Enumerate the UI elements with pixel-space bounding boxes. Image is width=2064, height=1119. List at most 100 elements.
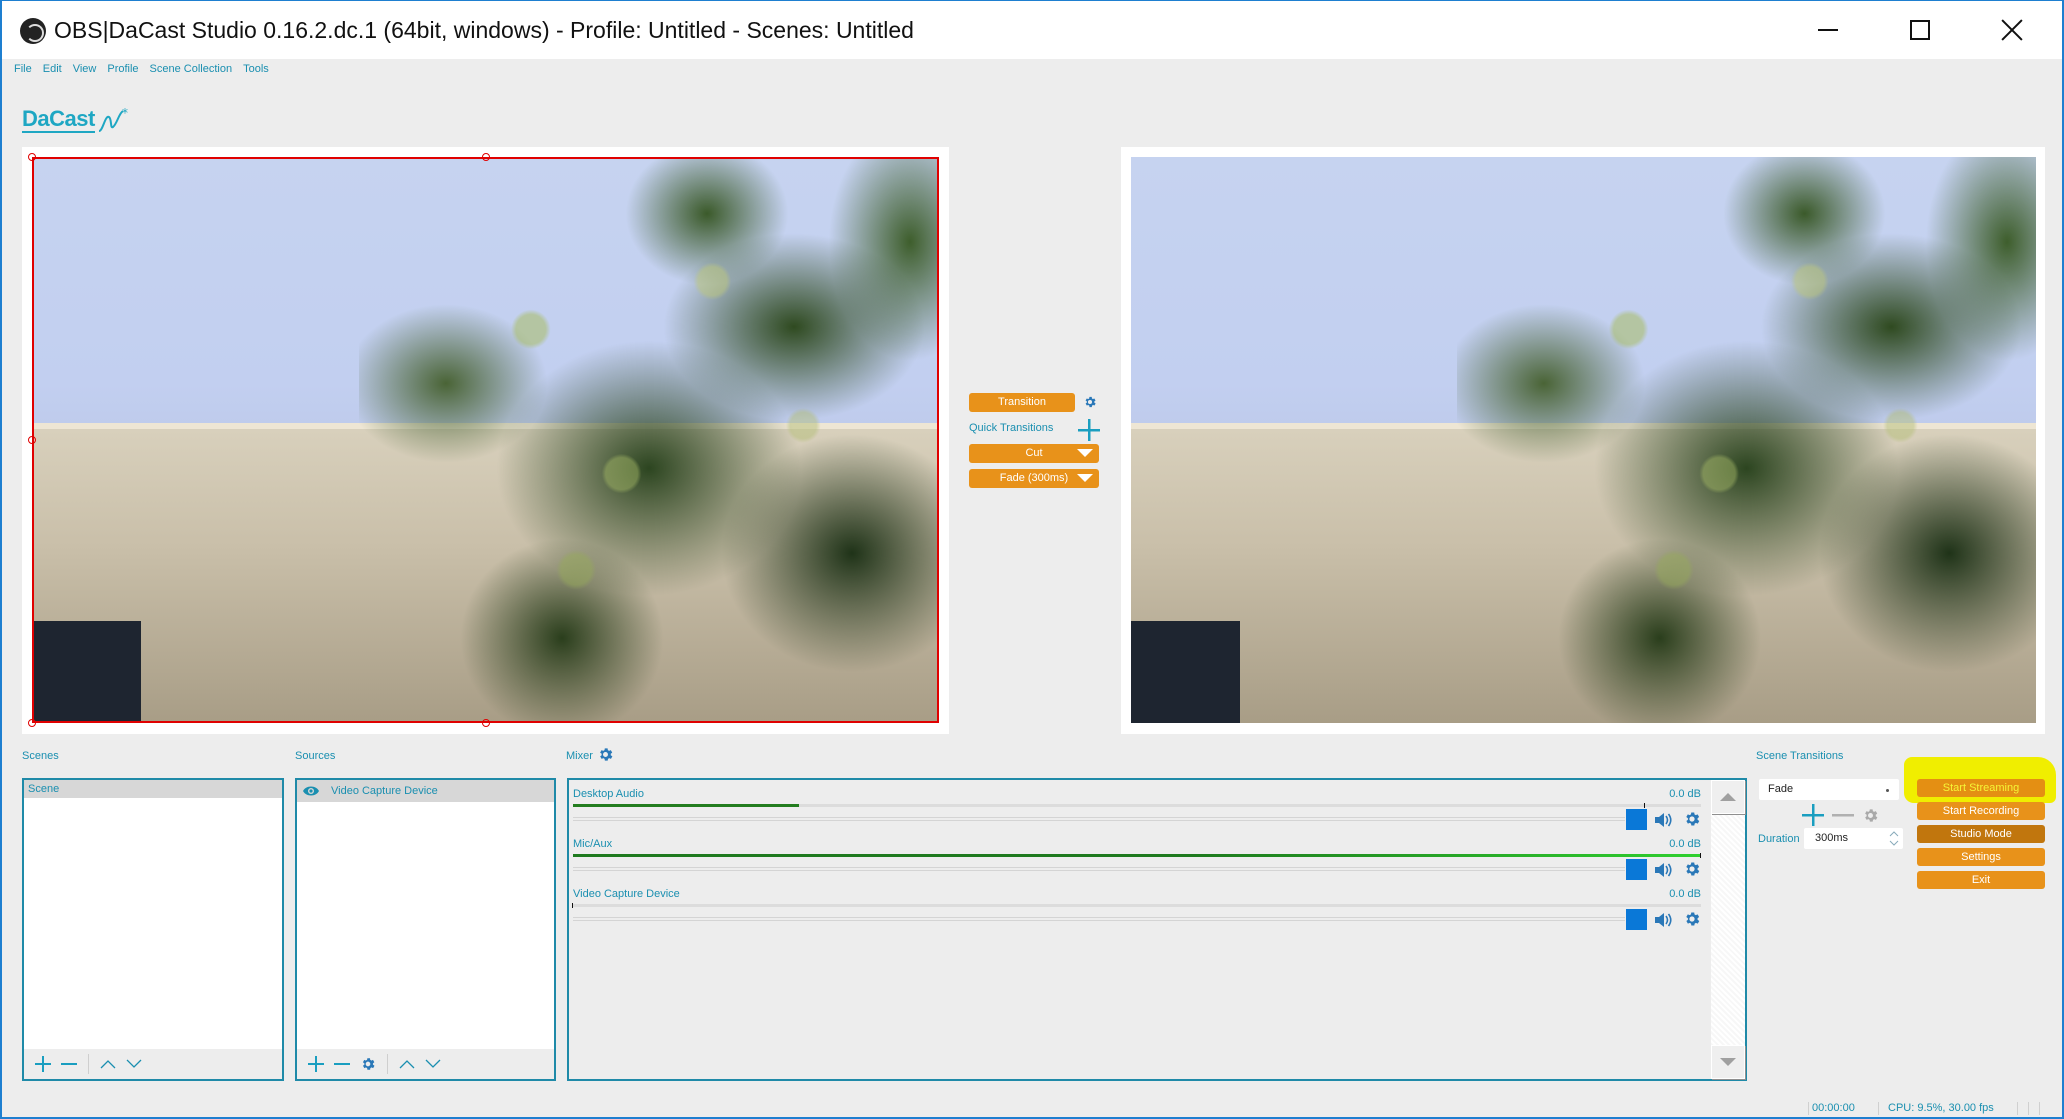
program-panel xyxy=(1121,147,2045,734)
add-quick-transition-plus-icon[interactable] xyxy=(1078,419,1100,441)
arrow-down-icon xyxy=(1720,1058,1736,1066)
scenes-list[interactable]: Scene xyxy=(22,778,284,1081)
status-divider xyxy=(2028,1102,2029,1115)
studio-mode-button[interactable]: Studio Mode xyxy=(1917,825,2045,843)
volume-meter xyxy=(573,803,1701,808)
chevron-down-icon xyxy=(425,1059,441,1068)
close-icon xyxy=(2001,19,2023,41)
add-scene-button[interactable] xyxy=(30,1051,56,1077)
stream-time: 00:00:00 xyxy=(1812,1102,1855,1114)
plus-icon xyxy=(308,1056,324,1072)
channel-settings-gear-icon[interactable] xyxy=(1683,810,1701,828)
window-title: OBS|DaCast Studio 0.16.2.dc.1 (64bit, wi… xyxy=(54,17,914,43)
scroll-down-button[interactable] xyxy=(1711,1045,1745,1079)
start-recording-button[interactable]: Start Recording xyxy=(1917,802,2045,820)
quick-transitions-label: Quick Transitions xyxy=(969,422,1054,434)
exit-button[interactable]: Exit xyxy=(1917,871,2045,889)
maximize-button[interactable] xyxy=(1874,1,1966,59)
controls-panel: Start Streaming Start Recording Studio M… xyxy=(1917,779,2045,894)
settings-button[interactable]: Settings xyxy=(1917,848,2045,866)
speaker-mute-icon[interactable] xyxy=(1653,910,1673,930)
remove-source-button[interactable] xyxy=(329,1051,355,1077)
resize-handle-top-left[interactable] xyxy=(28,153,36,161)
start-streaming-button[interactable]: Start Streaming xyxy=(1917,779,2045,797)
channel-name: Desktop Audio xyxy=(573,788,644,800)
volume-meter-fill xyxy=(573,804,799,807)
quick-transition-fade[interactable]: Fade (300ms) xyxy=(969,469,1099,488)
scene-list-item[interactable]: Scene xyxy=(24,780,282,798)
peak-indicator xyxy=(1643,803,1645,808)
transition-properties-gear-icon[interactable] xyxy=(1862,807,1879,824)
logo-text: DaCast xyxy=(22,106,95,133)
menu-scene-collection[interactable]: Scene Collection xyxy=(146,63,240,79)
preview-video-image xyxy=(32,157,939,723)
transition-settings-gear-icon[interactable] xyxy=(1083,395,1097,409)
sources-list[interactable]: Video Capture Device xyxy=(295,778,556,1081)
mixer-label: Mixer xyxy=(566,750,593,762)
transition-button[interactable]: Transition xyxy=(969,393,1075,412)
move-source-up-button[interactable] xyxy=(394,1051,420,1077)
svg-text:*: * xyxy=(122,107,128,120)
peak-indicator xyxy=(1700,853,1701,858)
menu-profile[interactable]: Profile xyxy=(103,63,145,79)
remove-scene-button[interactable] xyxy=(56,1051,82,1077)
speaker-mute-icon[interactable] xyxy=(1653,810,1673,830)
status-divider xyxy=(1808,1102,1809,1115)
menu-file[interactable]: File xyxy=(10,63,39,79)
source-name: Video Capture Device xyxy=(331,785,438,797)
program-video-image xyxy=(1131,157,2036,723)
mixer-scrollbar[interactable] xyxy=(1711,780,1745,1079)
menu-tools[interactable]: Tools xyxy=(239,63,276,79)
duration-label: Duration xyxy=(1758,833,1800,845)
menu-bar: File Edit View Profile Scene Collection … xyxy=(10,63,276,79)
move-source-down-button[interactable] xyxy=(420,1051,446,1077)
minimize-icon xyxy=(1818,29,1838,31)
remove-transition-minus-icon[interactable] xyxy=(1832,804,1854,826)
move-scene-up-button[interactable] xyxy=(95,1051,121,1077)
volume-slider-thumb[interactable] xyxy=(1626,809,1647,830)
volume-slider-track[interactable] xyxy=(573,867,1625,871)
volume-slider-track[interactable] xyxy=(573,817,1625,821)
status-divider xyxy=(2039,1102,2040,1115)
transition-toolbar xyxy=(1802,804,1879,826)
scroll-up-button[interactable] xyxy=(1711,780,1745,814)
add-source-button[interactable] xyxy=(303,1051,329,1077)
preview-panel[interactable] xyxy=(22,147,949,734)
mixer-channel: Mic/Aux 0.0 dB xyxy=(573,838,1705,888)
quick-transition-cut[interactable]: Cut xyxy=(969,444,1099,463)
toolbar-divider xyxy=(88,1054,89,1074)
add-transition-plus-icon[interactable] xyxy=(1802,804,1824,826)
source-list-item[interactable]: Video Capture Device xyxy=(297,780,554,802)
mixer-settings-gear-icon[interactable] xyxy=(597,746,614,763)
sources-label: Sources xyxy=(295,750,336,762)
move-scene-down-button[interactable] xyxy=(121,1051,147,1077)
channel-settings-gear-icon[interactable] xyxy=(1683,860,1701,878)
channel-settings-gear-icon[interactable] xyxy=(1683,910,1701,928)
spin-arrows-icon[interactable] xyxy=(1889,830,1899,847)
chevron-down-icon xyxy=(126,1059,142,1068)
volume-slider-thumb[interactable] xyxy=(1626,909,1647,930)
resize-handle-top[interactable] xyxy=(482,153,490,161)
resize-handle-left[interactable] xyxy=(28,436,36,444)
duration-spinbox[interactable]: 300ms xyxy=(1804,828,1903,849)
volume-slider-thumb[interactable] xyxy=(1626,859,1647,880)
peak-indicator xyxy=(572,903,573,908)
volume-meter-fill xyxy=(573,854,1701,857)
scenes-label: Scenes xyxy=(22,750,59,762)
menu-edit[interactable]: Edit xyxy=(39,63,69,79)
volume-meter xyxy=(573,853,1701,858)
minimize-button[interactable] xyxy=(1782,1,1874,59)
speaker-mute-icon[interactable] xyxy=(1653,860,1673,880)
visibility-eye-icon[interactable] xyxy=(303,785,319,797)
close-button[interactable] xyxy=(1966,1,2058,59)
status-bar: 00:00:00 CPU: 9.5%, 30.00 fps xyxy=(2,1100,2062,1118)
source-properties-button[interactable] xyxy=(355,1051,381,1077)
chevron-up-icon xyxy=(100,1060,116,1069)
transition-type-select[interactable]: Fade xyxy=(1759,779,1899,800)
menu-view[interactable]: View xyxy=(69,63,104,79)
resize-handle-bottom-left[interactable] xyxy=(28,719,36,727)
minus-icon xyxy=(334,1063,350,1065)
volume-slider-track[interactable] xyxy=(573,917,1625,921)
resize-handle-bottom[interactable] xyxy=(482,719,490,727)
studio-transition-panel: Transition Quick Transitions Cut Fade (3… xyxy=(969,393,1101,488)
